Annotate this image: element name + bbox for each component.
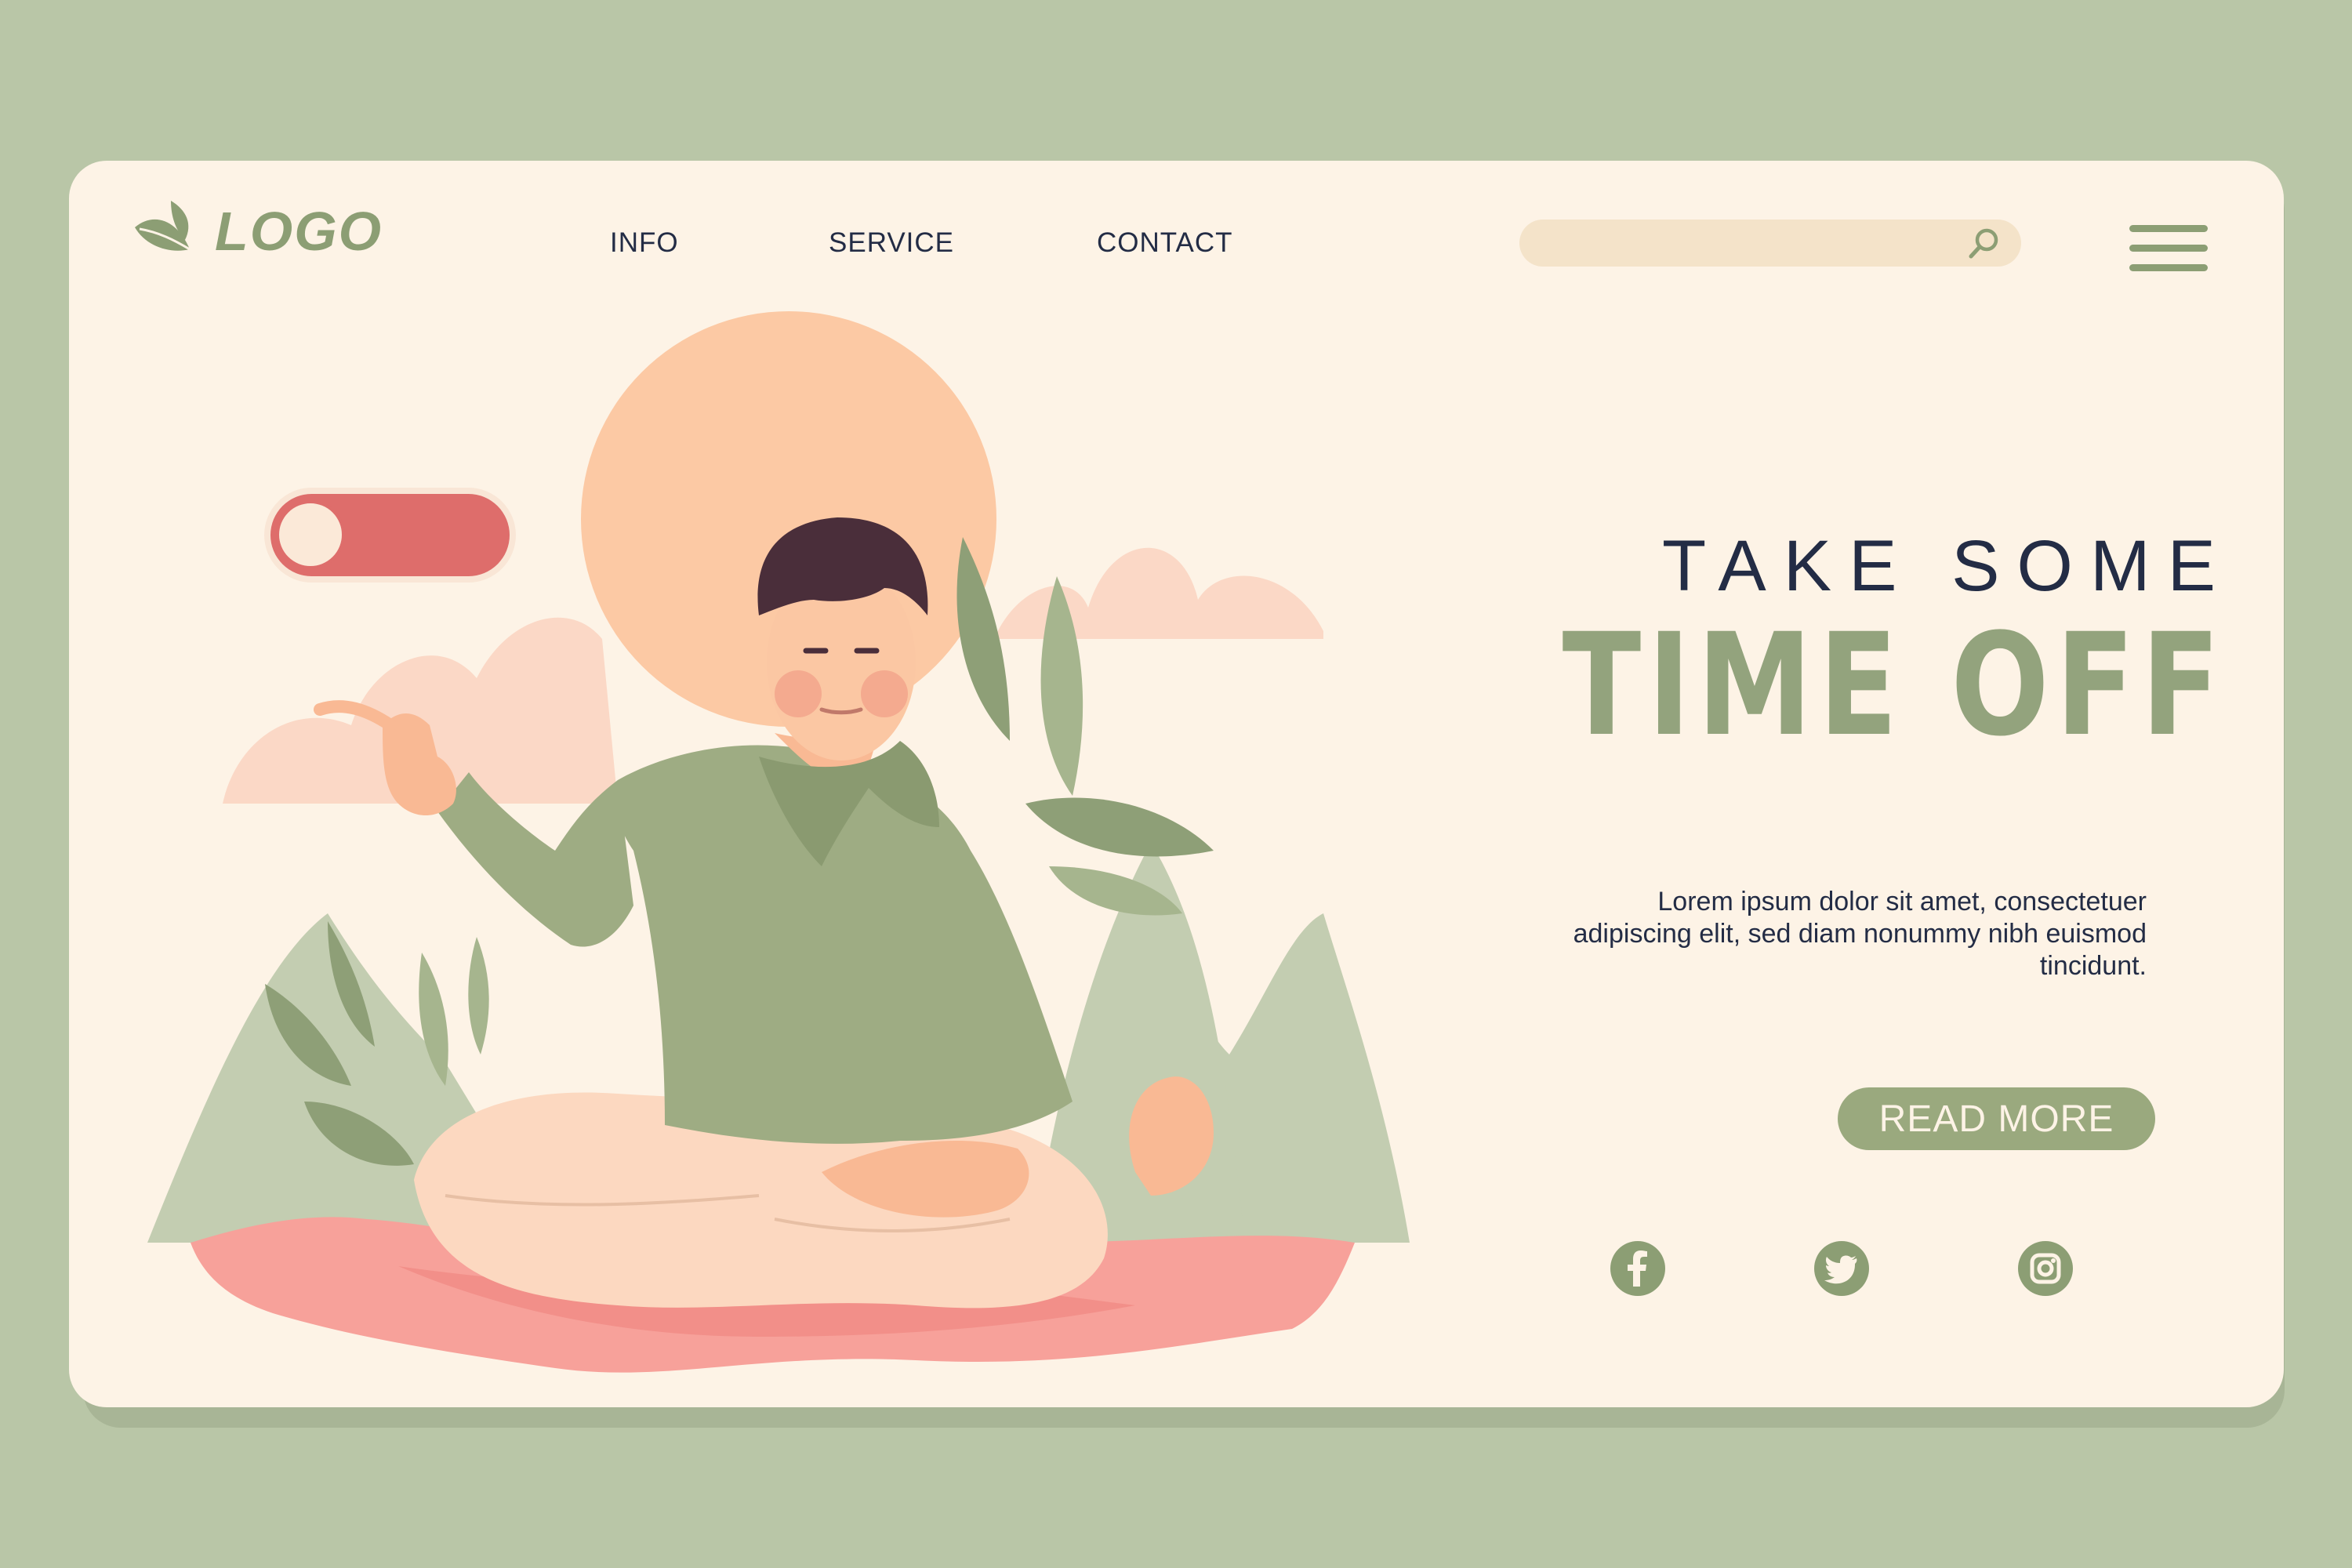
search-bar: [1519, 220, 2021, 268]
landing-page-card: LOGO INFO SERVICE CONTACT TAKE SOME TIME…: [69, 161, 2284, 1407]
facebook-icon[interactable]: [1610, 1241, 1665, 1296]
instagram-icon[interactable]: [2018, 1241, 2073, 1296]
hero-title: TIME OFF: [1562, 604, 2227, 768]
search-icon[interactable]: [1966, 225, 2002, 261]
toggle-knob: [276, 500, 345, 569]
meditation-illustration: [147, 311, 1410, 1373]
hero-body: Lorem ipsum dolor sit amet, consectetuer…: [1573, 887, 2147, 981]
right-cloud: [994, 547, 1323, 639]
search-input[interactable]: [1541, 220, 1968, 268]
read-more-button[interactable]: READ MORE: [1838, 1087, 2155, 1150]
twitter-icon[interactable]: [1814, 1241, 1869, 1296]
hamburger-menu-icon[interactable]: [2129, 222, 2208, 277]
hero-kicker: TAKE SOME: [1662, 526, 2233, 606]
toggle-switch[interactable]: [270, 494, 510, 576]
